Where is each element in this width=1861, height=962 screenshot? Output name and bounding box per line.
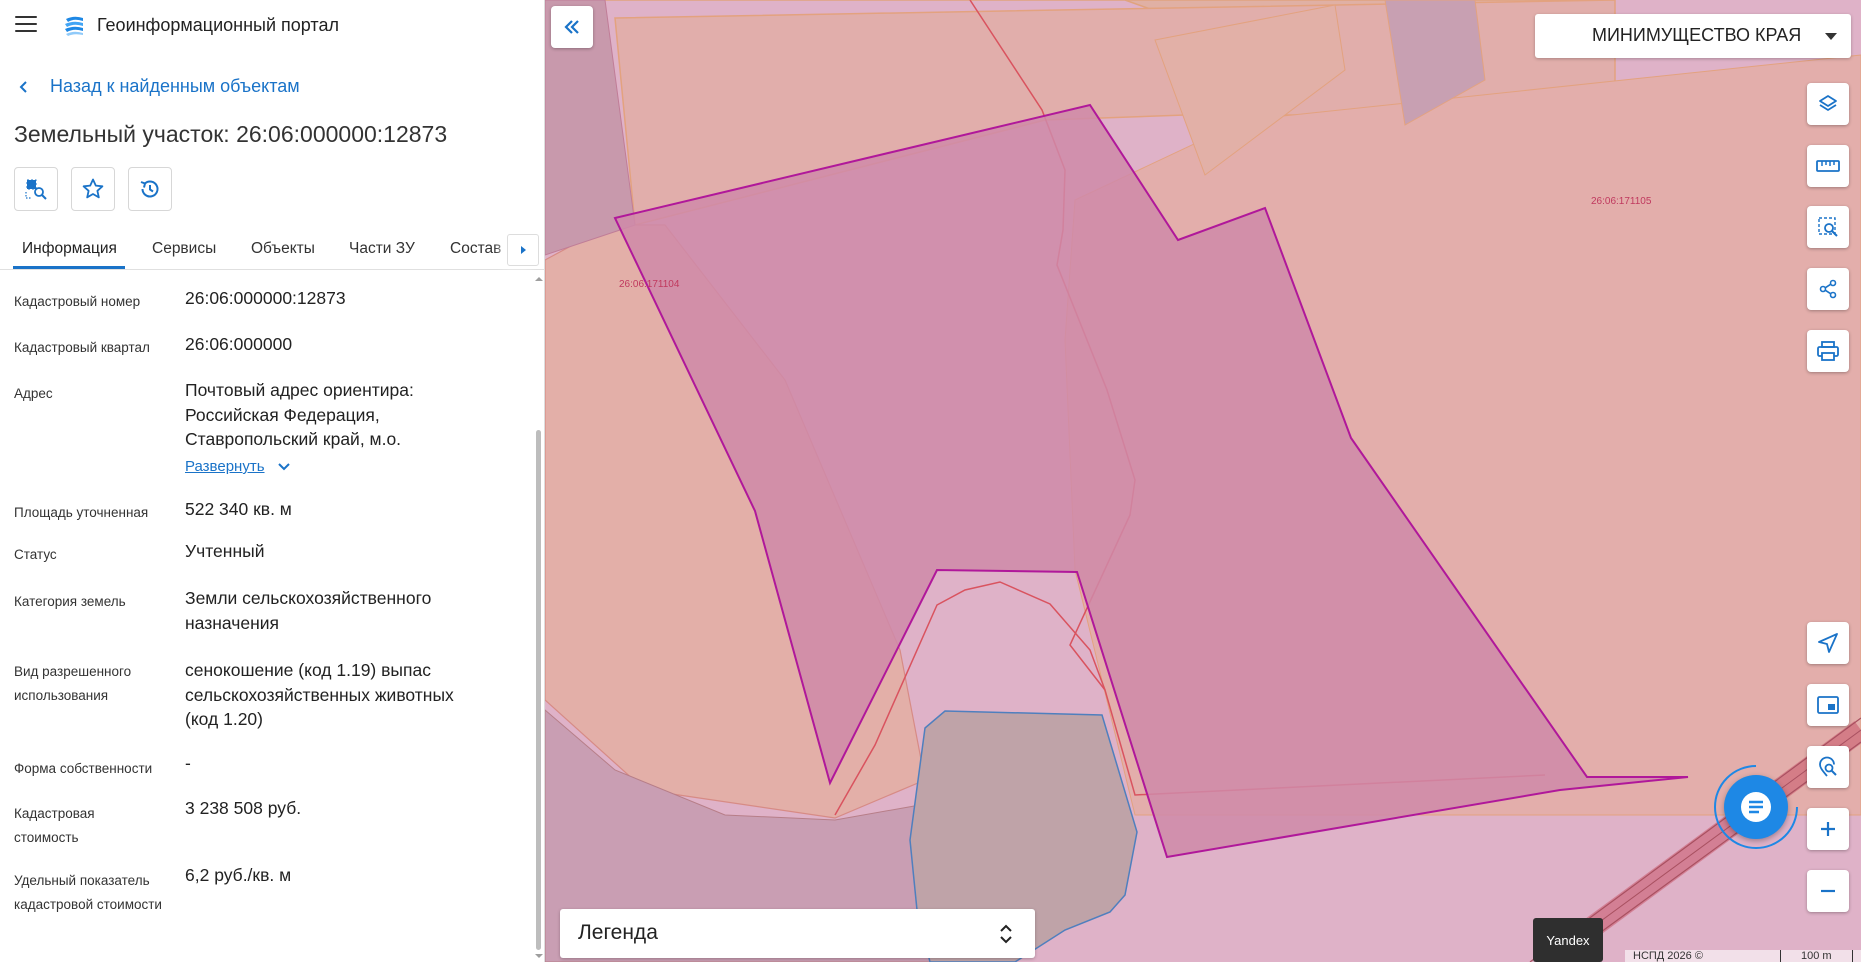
star-icon bbox=[82, 178, 104, 199]
address-label: Адрес bbox=[14, 386, 53, 401]
locate-on-map-button[interactable] bbox=[14, 167, 58, 211]
usage-label: Вид разрешенного использования bbox=[14, 664, 132, 703]
cad-quarter-value: 26:06:000000 bbox=[185, 334, 293, 354]
layers-button[interactable] bbox=[1807, 83, 1849, 125]
scroll-thumb[interactable] bbox=[536, 430, 541, 950]
back-to-results-link[interactable]: Назад к найденным объектам bbox=[18, 76, 300, 97]
address-value: Почтовый адрес ориентира: Российская Фед… bbox=[185, 380, 414, 449]
cad-cost-value: 3 238 508 руб. bbox=[185, 798, 302, 818]
chat-icon bbox=[1741, 792, 1771, 822]
quarter-label-2: 26:06:171105 bbox=[1591, 196, 1652, 207]
panel-scrollbar[interactable] bbox=[533, 272, 543, 962]
map-view[interactable]: 26:06:171104 26:06:171105 bbox=[545, 0, 1861, 962]
cad-number-label: Кадастровый номер bbox=[14, 294, 141, 309]
favorite-button[interactable] bbox=[71, 167, 115, 211]
expand-address-link[interactable]: Развернуть bbox=[185, 458, 291, 475]
tab-parts[interactable]: Части ЗУ bbox=[349, 240, 415, 258]
attribution-text: НСПД 2026 © bbox=[1633, 950, 1703, 962]
zoom-out-button[interactable] bbox=[1807, 870, 1849, 912]
expand-collapse-icon bbox=[1000, 924, 1012, 944]
portal-logo-icon bbox=[65, 16, 83, 36]
map-canvas[interactable] bbox=[545, 0, 1861, 962]
chevron-left-icon bbox=[19, 80, 27, 93]
cad-cost-label: Кадастровая стоимость bbox=[14, 806, 95, 845]
location-search-icon bbox=[1819, 756, 1837, 777]
info-panel: Геоинформационный портал Назад к найденн… bbox=[0, 0, 545, 962]
scale-bar: 100 m bbox=[1780, 950, 1853, 962]
tabs-scroll-right-button[interactable] bbox=[507, 234, 539, 266]
unit-cost-value: 6,2 руб./кв. м bbox=[185, 865, 292, 885]
minimap-button[interactable] bbox=[1807, 684, 1849, 726]
hamburger-menu-icon[interactable] bbox=[15, 16, 37, 34]
legend-label: Легенда bbox=[578, 921, 658, 944]
area-label: Площадь уточненная bbox=[14, 505, 149, 520]
history-icon bbox=[140, 180, 159, 198]
location-search-button[interactable] bbox=[1807, 746, 1849, 788]
back-link-label: Назад к найденным объектам bbox=[50, 76, 300, 96]
area-value: 522 340 кв. м bbox=[185, 499, 292, 519]
scroll-up-arrow-icon bbox=[535, 277, 543, 281]
map-attribution: НСПД 2026 © 100 m bbox=[1625, 950, 1861, 962]
category-value: Земли сельскохозяйственного назначения bbox=[185, 588, 432, 633]
print-button[interactable] bbox=[1807, 330, 1849, 372]
layer-select-value: МИНИМУЩЕСТВО КРАЯ bbox=[1592, 25, 1802, 45]
chevron-down-icon bbox=[277, 462, 290, 470]
zoom-in-button[interactable] bbox=[1807, 808, 1849, 850]
cad-quarter-label: Кадастровый квартал bbox=[14, 340, 150, 355]
object-title: Земельный участок: 26:06:000000:12873 bbox=[14, 121, 448, 147]
print-icon bbox=[1817, 341, 1839, 361]
unit-cost-label: Удельный показатель кадастровой стоимост… bbox=[14, 873, 162, 912]
ruler-button[interactable] bbox=[1807, 145, 1849, 187]
zoom-out-icon bbox=[1821, 889, 1835, 893]
tab-composition[interactable]: Состав bbox=[450, 240, 501, 258]
select-area-icon bbox=[1818, 217, 1838, 237]
caret-right-icon bbox=[521, 246, 526, 254]
category-label: Категория земель bbox=[14, 594, 126, 609]
tab-info[interactable]: Информация bbox=[22, 240, 117, 258]
tab-services[interactable]: Сервисы bbox=[152, 240, 216, 258]
quarter-label-1: 26:06:171104 bbox=[619, 279, 680, 290]
tab-bar: Информация Сервисы Объекты Части ЗУ Сост… bbox=[0, 230, 544, 270]
scroll-down-arrow-icon bbox=[535, 954, 543, 958]
search-area-icon bbox=[25, 179, 47, 200]
zoom-in-icon bbox=[1821, 822, 1835, 836]
minimap-icon bbox=[1817, 696, 1839, 714]
share-button[interactable] bbox=[1807, 268, 1849, 310]
chat-button[interactable] bbox=[1724, 775, 1788, 839]
collapse-panel-button[interactable] bbox=[551, 6, 593, 48]
select-area-button[interactable] bbox=[1807, 206, 1849, 248]
navigate-button[interactable] bbox=[1807, 622, 1849, 664]
ownership-value: - bbox=[185, 753, 191, 773]
navigate-icon bbox=[1818, 633, 1838, 653]
top-bar: Геоинформационный портал bbox=[0, 0, 544, 52]
status-label: Статус bbox=[14, 547, 57, 562]
status-value: Учтенный bbox=[185, 541, 265, 561]
map-provider-tooltip: Yandex bbox=[1533, 918, 1603, 962]
history-button[interactable] bbox=[128, 167, 172, 211]
share-icon bbox=[1819, 279, 1837, 299]
app: Геоинформационный портал Назад к найденн… bbox=[0, 0, 1861, 962]
double-chevron-left-icon bbox=[564, 20, 579, 34]
app-title: Геоинформационный портал bbox=[97, 15, 339, 35]
layers-icon bbox=[1819, 95, 1837, 112]
info-content: Кадастровый номер 26:06:000000:12873 Кад… bbox=[0, 272, 538, 962]
dropdown-arrow-icon bbox=[1825, 33, 1837, 40]
usage-value: сенокошение (код 1.19) выпас сельскохозя… bbox=[185, 660, 454, 729]
cad-number-value: 26:06:000000:12873 bbox=[185, 288, 346, 308]
tab-objects[interactable]: Объекты bbox=[251, 240, 315, 258]
expand-label: Развернуть bbox=[185, 458, 265, 475]
legend-panel[interactable]: Легенда bbox=[560, 909, 1035, 958]
active-tab-indicator bbox=[13, 266, 125, 269]
layer-select[interactable]: МИНИМУЩЕСТВО КРАЯ bbox=[1535, 14, 1851, 58]
ownership-label: Форма собственности bbox=[14, 761, 153, 776]
ruler-icon bbox=[1816, 160, 1840, 172]
